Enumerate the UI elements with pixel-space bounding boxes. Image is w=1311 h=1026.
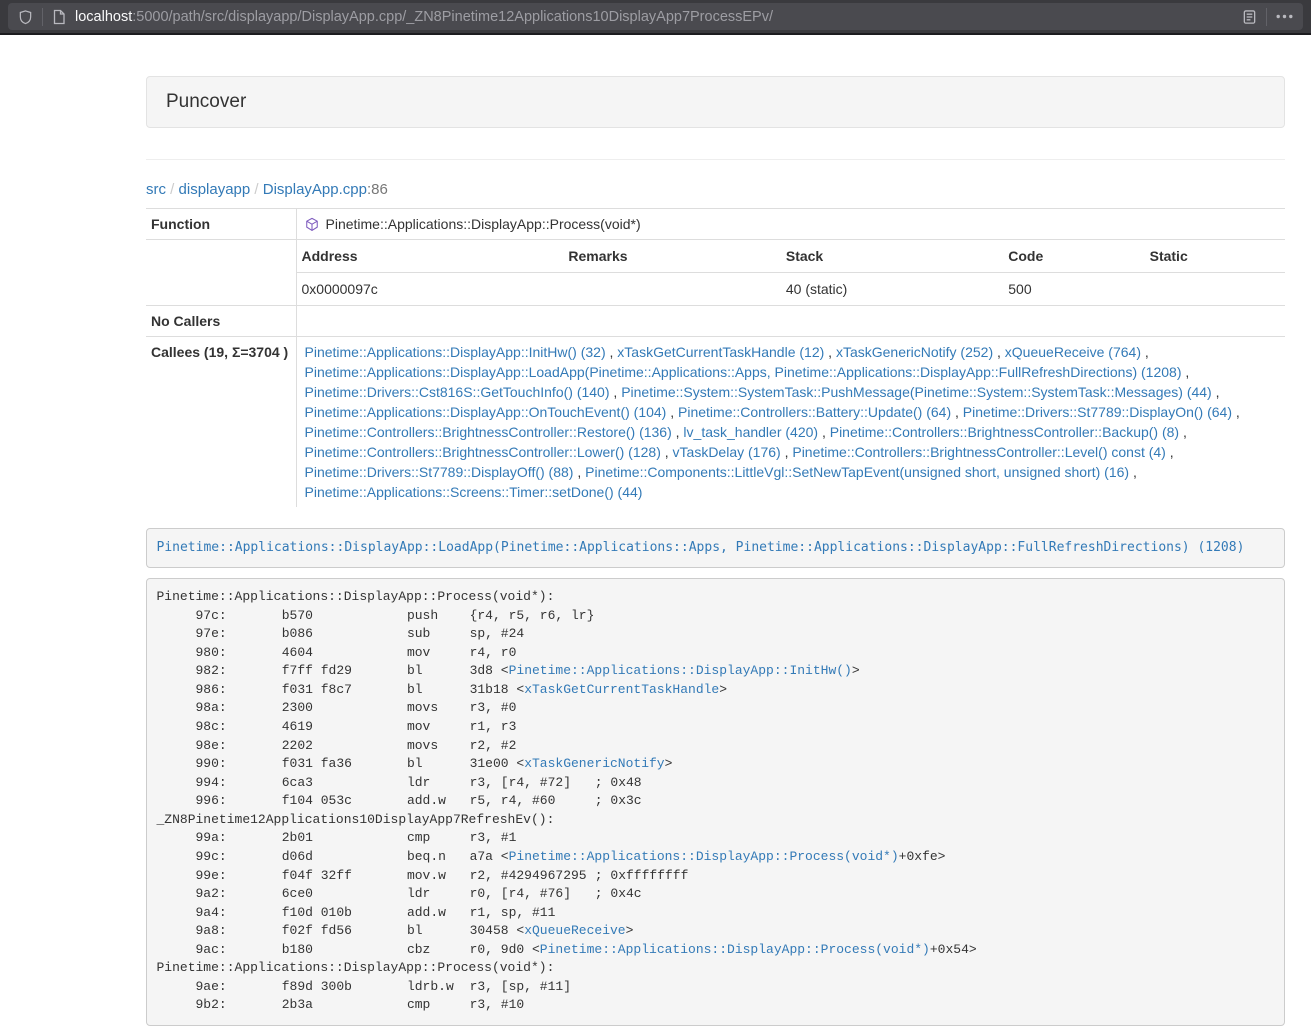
callee-separator: , <box>993 344 1005 360</box>
callee-link[interactable]: Pinetime::Applications::Screens::Timer::… <box>305 484 643 500</box>
callee-separator: , <box>573 464 585 480</box>
url-bar-divider <box>42 8 43 26</box>
callee-link[interactable]: vTaskDelay (176) <box>673 444 781 460</box>
browser-toolbar: localhost:5000/path/src/displayapp/Displ… <box>0 0 1311 35</box>
asm-symbol-link[interactable]: xQueueReceive <box>524 923 625 938</box>
col-header-remarks: Remarks <box>563 240 780 273</box>
signature-block: Pinetime::Applications::DisplayApp::Load… <box>146 528 1285 568</box>
callee-separator: , <box>818 424 830 440</box>
breadcrumb-separator: / <box>166 181 179 198</box>
callee-separator: , <box>606 344 618 360</box>
callee-link[interactable]: lv_task_handler (420) <box>683 424 818 440</box>
stack-value: 40 (static) <box>781 273 1003 306</box>
package-icon <box>305 217 319 232</box>
breadcrumb-link[interactable]: src <box>146 181 166 198</box>
divider <box>146 159 1285 160</box>
assembly-block: Pinetime::Applications::DisplayApp::Proc… <box>146 578 1285 1026</box>
callee-separator: , <box>672 424 684 440</box>
function-table: Function Pinetime::Applications::Display… <box>146 208 1285 507</box>
callee-separator: , <box>951 404 963 420</box>
callee-link[interactable]: Pinetime::System::SystemTask::PushMessag… <box>621 384 1212 400</box>
asm-symbol-link[interactable]: xTaskGetCurrentTaskHandle <box>524 682 719 697</box>
function-name: Pinetime::Applications::DisplayApp::Proc… <box>326 214 641 234</box>
url-bar[interactable]: localhost:5000/path/src/displayapp/Displ… <box>8 3 1303 30</box>
callee-link[interactable]: Pinetime::Controllers::Battery::Update()… <box>678 404 951 420</box>
asm-symbol-link[interactable]: Pinetime::Applications::DisplayApp::Proc… <box>540 942 930 957</box>
breadcrumb-link[interactable]: DisplayApp.cpp <box>263 181 367 198</box>
breadcrumb: src / displayapp / DisplayApp.cpp:86 <box>146 179 1285 200</box>
callee-link[interactable]: Pinetime::Controllers::BrightnessControl… <box>305 444 661 460</box>
static-value <box>1145 273 1285 306</box>
page-container: Puncover src / displayapp / DisplayApp.c… <box>146 76 1285 1026</box>
callee-link[interactable]: Pinetime::Applications::DisplayApp::Load… <box>305 364 1182 380</box>
assembly-code: Pinetime::Applications::DisplayApp::Proc… <box>157 589 977 1012</box>
callees-label: Callees (19, Σ=3704 ) <box>146 337 296 508</box>
callee-separator: , <box>1232 404 1240 420</box>
callee-separator: , <box>1212 384 1220 400</box>
callee-link[interactable]: xQueueReceive (764) <box>1005 344 1141 360</box>
address-value: 0x0000097c <box>297 273 564 306</box>
callee-link[interactable]: Pinetime::Controllers::BrightnessControl… <box>830 424 1179 440</box>
details-table: Address Remarks Stack Code Static 0x0000… <box>297 240 1286 305</box>
no-callers-row: No Callers <box>146 306 1285 337</box>
callee-link[interactable]: xTaskGetCurrentTaskHandle (12) <box>617 344 824 360</box>
asm-symbol-link[interactable]: Pinetime::Applications::DisplayApp::Init… <box>509 663 852 678</box>
details-row: Address Remarks Stack Code Static 0x0000… <box>146 240 1285 306</box>
asm-symbol-link[interactable]: xTaskGenericNotify <box>524 756 664 771</box>
shield-icon[interactable] <box>18 9 33 25</box>
url-bar-divider <box>1266 8 1267 26</box>
app-title: Puncover <box>166 91 246 112</box>
code-value: 500 <box>1003 273 1144 306</box>
callees-list: Pinetime::Applications::DisplayApp::Init… <box>296 337 1285 508</box>
function-label: Function <box>146 209 296 240</box>
details-values-row: 0x0000097c 40 (static) 500 <box>297 273 1286 306</box>
callee-link[interactable]: Pinetime::Components::LittleVgl::SetNewT… <box>585 464 1129 480</box>
callee-link[interactable]: Pinetime::Applications::DisplayApp::Init… <box>305 344 606 360</box>
callee-link[interactable]: Pinetime::Drivers::St7789::DisplayOn() (… <box>963 404 1232 420</box>
function-row: Function Pinetime::Applications::Display… <box>146 209 1285 240</box>
url-path: :5000/path/src/displayapp/DisplayApp.cpp… <box>132 9 773 25</box>
breadcrumb-line-number: :86 <box>367 181 388 198</box>
callee-separator: , <box>1181 364 1189 380</box>
no-callers-label: No Callers <box>146 306 296 337</box>
callees-row: Callees (19, Σ=3704 ) Pinetime::Applicat… <box>146 337 1285 508</box>
col-header-code: Code <box>1003 240 1144 273</box>
signature-link[interactable]: Pinetime::Applications::DisplayApp::Load… <box>157 540 1245 555</box>
callee-separator: , <box>781 444 793 460</box>
url-text[interactable]: localhost:5000/path/src/displayapp/Displ… <box>75 9 1242 25</box>
breadcrumb-separator: / <box>250 181 263 198</box>
breadcrumb-link[interactable]: displayapp <box>179 181 251 198</box>
callee-separator: , <box>1129 464 1137 480</box>
page-icon[interactable] <box>52 9 66 25</box>
asm-symbol-link[interactable]: Pinetime::Applications::DisplayApp::Proc… <box>509 849 899 864</box>
callee-link[interactable]: Pinetime::Controllers::BrightnessControl… <box>792 444 1165 460</box>
remarks-value <box>563 273 780 306</box>
callee-separator: , <box>661 444 673 460</box>
callee-separator: , <box>1141 344 1149 360</box>
app-header-panel: Puncover <box>146 76 1285 128</box>
callee-link[interactable]: Pinetime::Drivers::St7789::DisplayOff() … <box>305 464 574 480</box>
callee-link[interactable]: xTaskGenericNotify (252) <box>836 344 993 360</box>
callee-separator: , <box>1179 424 1187 440</box>
col-header-static: Static <box>1145 240 1285 273</box>
url-host: localhost <box>75 9 132 25</box>
callee-separator: , <box>610 384 622 400</box>
col-header-stack: Stack <box>781 240 1003 273</box>
callee-link[interactable]: Pinetime::Applications::DisplayApp::OnTo… <box>305 404 667 420</box>
reader-mode-icon[interactable] <box>1242 9 1257 25</box>
callee-separator: , <box>1166 444 1174 460</box>
callee-separator: , <box>666 404 678 420</box>
callee-link[interactable]: Pinetime::Controllers::BrightnessControl… <box>305 424 672 440</box>
callee-link[interactable]: Pinetime::Drivers::Cst816S::GetTouchInfo… <box>305 384 610 400</box>
callee-separator: , <box>824 344 836 360</box>
menu-dots-icon[interactable] <box>1276 14 1293 19</box>
col-header-address: Address <box>297 240 564 273</box>
